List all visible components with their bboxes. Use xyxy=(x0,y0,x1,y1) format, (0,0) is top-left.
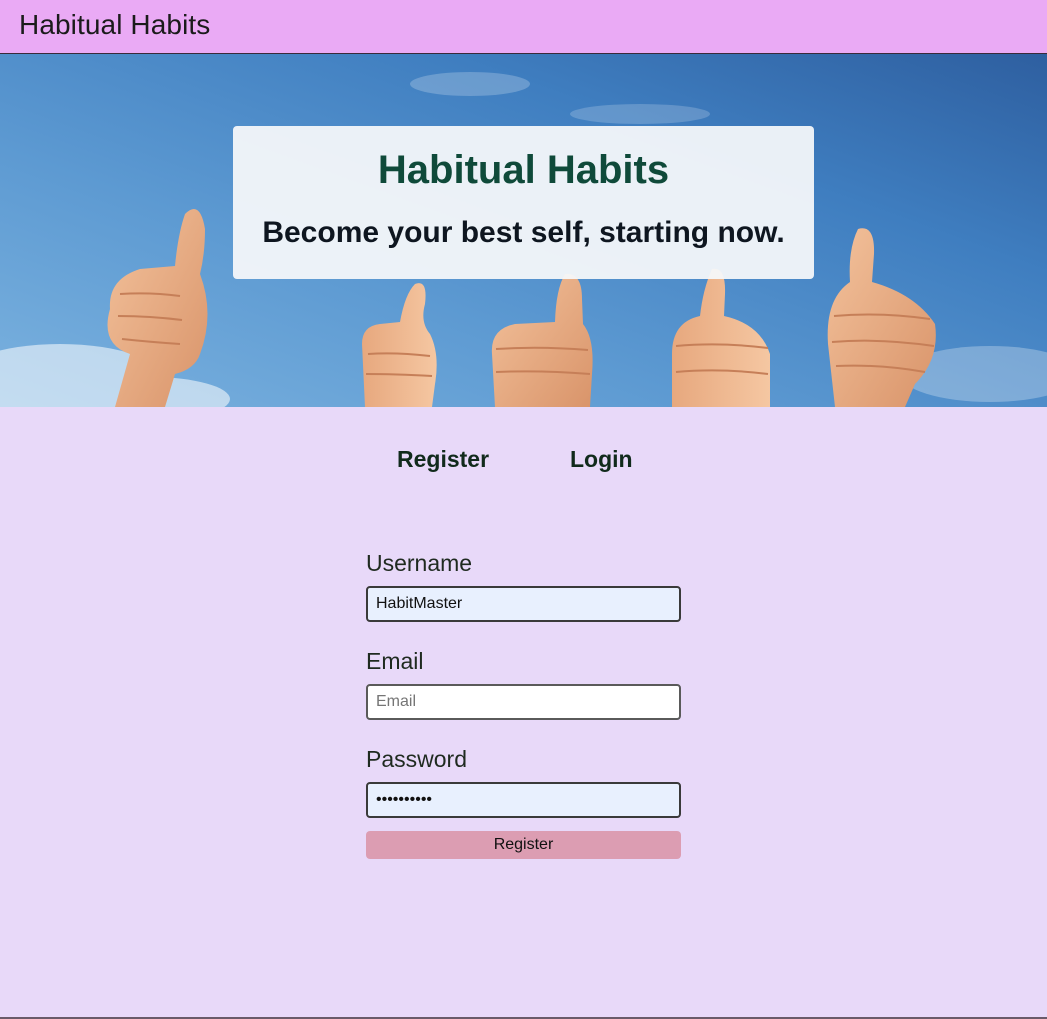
register-form: Username Email Password xyxy=(366,548,681,842)
hero-card: Habitual Habits Become your best self, s… xyxy=(233,126,814,279)
email-input[interactable] xyxy=(366,684,681,720)
top-navbar: Habitual Habits xyxy=(0,0,1047,54)
password-label: Password xyxy=(366,746,467,772)
thumbs-up-hand-2 xyxy=(362,283,437,407)
hero-subtitle: Become your best self, starting now. xyxy=(262,216,785,249)
hero-banner: Habitual Habits Become your best self, s… xyxy=(0,54,1047,407)
brand-link[interactable]: Habitual Habits xyxy=(19,9,210,41)
thumbs-up-hand-4 xyxy=(672,268,770,407)
thumbs-up-hand-3 xyxy=(491,273,593,407)
password-input[interactable] xyxy=(366,782,681,818)
email-label: Email xyxy=(366,648,424,674)
tab-register[interactable]: Register xyxy=(397,446,489,473)
tab-login[interactable]: Login xyxy=(570,446,633,473)
hero-title: Habitual Habits xyxy=(377,148,670,192)
username-label: Username xyxy=(366,550,473,576)
register-button[interactable]: Register xyxy=(366,831,681,859)
auth-tabs: Register Login xyxy=(0,446,1047,478)
username-input[interactable] xyxy=(366,586,681,622)
